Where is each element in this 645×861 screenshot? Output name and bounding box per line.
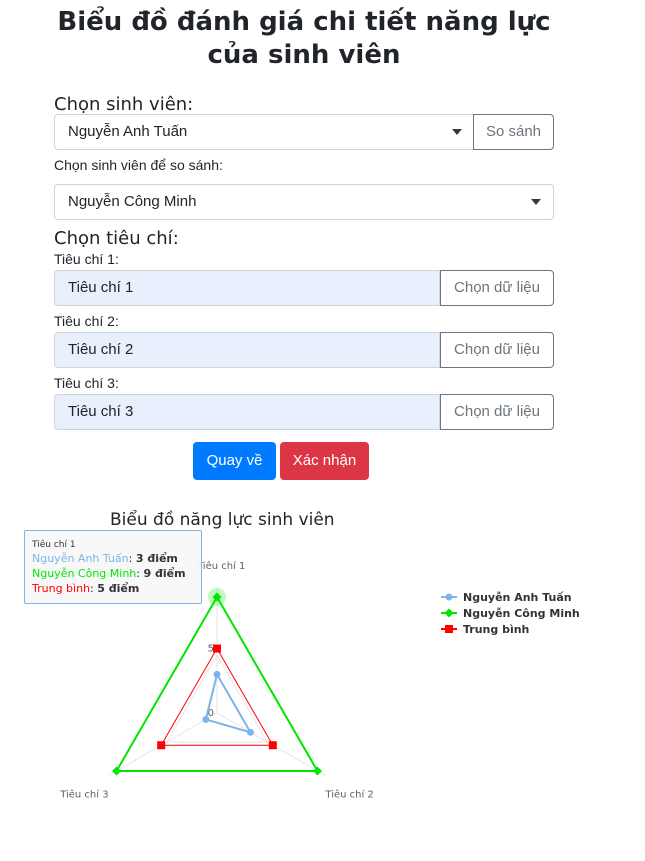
data-point xyxy=(213,670,221,678)
data-point xyxy=(112,766,122,776)
legend-label: Nguyễn Anh Tuấn xyxy=(463,591,572,604)
tooltip-series-name: Trung bình xyxy=(32,582,91,595)
tooltip-header: Tiêu chí 1 xyxy=(32,540,76,550)
legend-label: Nguyễn Công Minh xyxy=(463,607,580,620)
tooltip-row: Nguyễn Công Minh: 9 điểm xyxy=(32,567,186,580)
tooltip-series-value: 5 điểm xyxy=(97,582,140,595)
category-label: Tiêu chí 1 xyxy=(196,560,245,572)
data-point xyxy=(213,644,221,653)
tooltip-series-value: 9 điểm xyxy=(143,567,186,580)
chart-tooltip: Tiêu chí 1 Nguyễn Anh Tuấn: 3 điểm Nguyễ… xyxy=(24,530,202,604)
tooltip-series-name: Nguyễn Công Minh xyxy=(32,567,137,580)
legend-label: Trung bình xyxy=(463,623,529,636)
data-point xyxy=(312,766,322,776)
category-label: Tiêu chí 3 xyxy=(59,789,108,801)
series-line xyxy=(204,671,253,734)
data-point xyxy=(268,741,277,750)
legend-marker xyxy=(444,608,454,618)
radar-chart: 05Tiêu chí 1Tiêu chí 2Tiêu chí 3Nguyễn A… xyxy=(59,560,580,801)
legend-marker xyxy=(445,593,453,601)
category-label: Tiêu chí 2 xyxy=(324,789,373,801)
tooltip-series-name: Nguyễn Anh Tuấn xyxy=(32,552,129,565)
tooltip-series-value: 3 điểm xyxy=(135,552,178,565)
data-point xyxy=(202,715,210,723)
data-point xyxy=(157,741,166,750)
tooltip-row: Trung bình: 5 điểm xyxy=(32,582,140,595)
data-point xyxy=(246,728,254,736)
legend-marker xyxy=(445,625,453,633)
tooltip-row: Nguyễn Anh Tuấn: 3 điểm xyxy=(32,552,178,565)
